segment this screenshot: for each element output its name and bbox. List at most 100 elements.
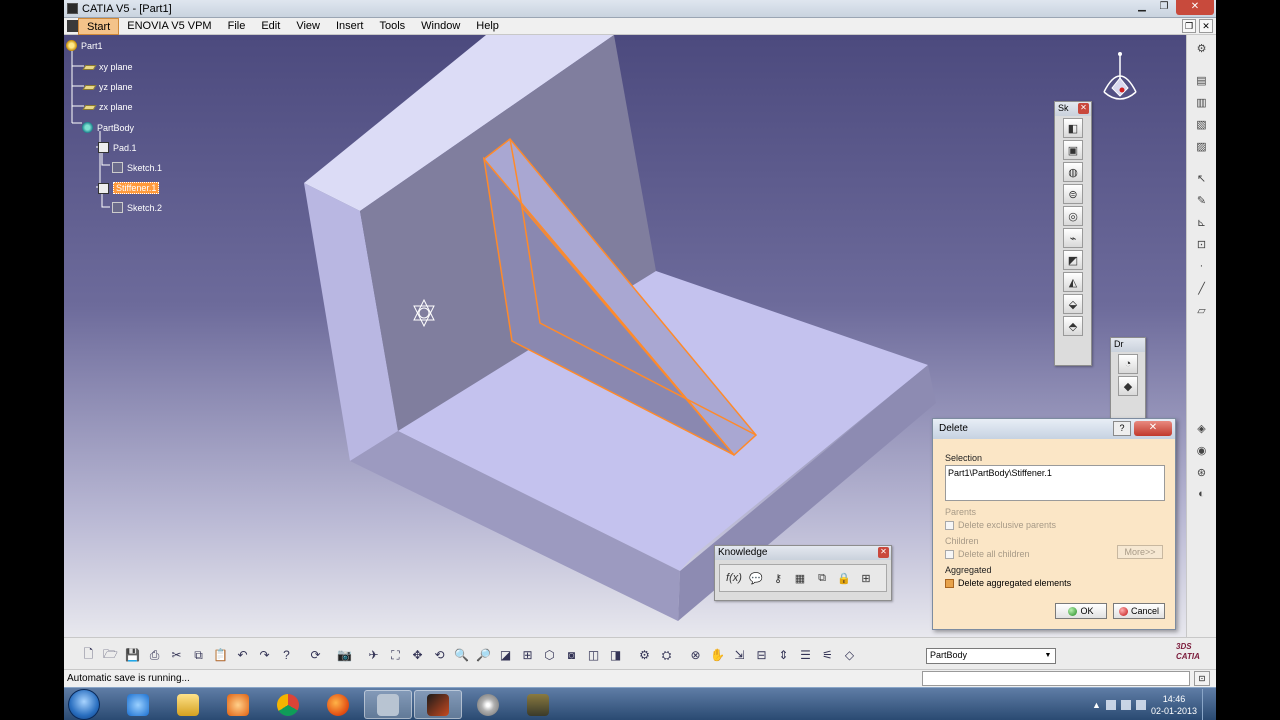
chevron-down-icon[interactable]: ▼ — [1042, 650, 1054, 662]
show-hidden-icons[interactable]: ▲ — [1092, 700, 1101, 710]
catalog-icon[interactable]: ⊛ — [1192, 463, 1212, 481]
multi-view-icon[interactable]: ⊞ — [517, 646, 538, 664]
tree-node-stiffener[interactable]: Stiffener.1 — [98, 182, 160, 194]
table-icon[interactable]: ▦ — [790, 568, 810, 588]
print-icon[interactable]: ⎙ — [144, 646, 165, 664]
lock-icon[interactable]: 🔒 — [834, 568, 854, 588]
chamfer-icon[interactable]: ◆ — [1118, 376, 1138, 396]
power-input-button[interactable]: ⊡ — [1194, 671, 1210, 686]
zoom-in-icon[interactable]: 🔍 — [451, 646, 472, 664]
taskbar-catia[interactable] — [364, 690, 412, 719]
hide-show-icon[interactable]: ◫ — [583, 646, 604, 664]
measure-inertia-icon[interactable]: ▧ — [1192, 115, 1212, 133]
bars-icon[interactable]: ☰ — [795, 646, 816, 664]
tree-node-yz-plane[interactable]: yz plane — [82, 82, 133, 92]
doc-restore-icon[interactable]: ❐ — [1182, 19, 1196, 33]
part-design-icon[interactable]: ⚙ — [634, 646, 655, 664]
copy-icon[interactable]: ⧉ — [188, 646, 209, 664]
structure-icon[interactable]: ⧉ — [812, 568, 832, 588]
clock[interactable]: 14:46 02-01-2013 — [1151, 693, 1197, 717]
dimension-icon[interactable]: ⇲ — [729, 646, 750, 664]
volume-icon[interactable] — [1135, 699, 1146, 710]
taskbar-chrome[interactable] — [264, 690, 312, 719]
show-desktop-button[interactable] — [1202, 689, 1212, 720]
flag-icon[interactable] — [1105, 699, 1116, 710]
rib-icon[interactable]: ⌁ — [1063, 228, 1083, 248]
remove-loft-icon[interactable]: ⬘ — [1063, 316, 1083, 336]
rotate-icon[interactable]: ⟲ — [429, 646, 450, 664]
comment-icon[interactable]: 💬 — [746, 568, 766, 588]
capture-icon[interactable]: 📷 — [334, 646, 355, 664]
taskbar-media-player[interactable] — [214, 690, 262, 719]
material-icon[interactable]: ⛭ — [656, 646, 677, 664]
doc-close-icon[interactable]: ✕ — [1199, 19, 1213, 33]
update-icon[interactable]: ⟳ — [305, 646, 326, 664]
pocket-icon[interactable]: ▣ — [1063, 140, 1083, 160]
hole-icon[interactable]: ◎ — [1063, 206, 1083, 226]
tree-node-part1[interactable]: Part1 — [66, 40, 103, 51]
scale-icon[interactable]: ⇕ — [773, 646, 794, 664]
taskbar-tool[interactable] — [514, 690, 562, 719]
fit-all-icon[interactable]: ⛶ — [385, 646, 406, 664]
power-input-field[interactable] — [922, 671, 1190, 686]
pan-icon[interactable]: ✥ — [407, 646, 428, 664]
checkbox-box-checked[interactable] — [945, 578, 954, 588]
toolbar-title[interactable]: Knowledge ✕ — [715, 546, 891, 560]
stiffener-icon[interactable]: ◭ — [1063, 272, 1083, 292]
current-body-select[interactable]: PartBody ▼ — [926, 648, 1056, 664]
taskbar-disc[interactable] — [464, 690, 512, 719]
tree-node-xy-plane[interactable]: xy plane — [82, 62, 133, 72]
filter-icon[interactable]: ⚟ — [817, 646, 838, 664]
iso-view-icon[interactable]: ⬡ — [539, 646, 560, 664]
menu-window[interactable]: Window — [413, 18, 468, 35]
fly-mode-icon[interactable]: ✈ — [363, 646, 384, 664]
paste-icon[interactable]: 📋 — [210, 646, 231, 664]
restore-icon[interactable]: ❐ — [1154, 0, 1174, 15]
close-icon[interactable]: ✕ — [878, 547, 889, 558]
normal-view-icon[interactable]: ◪ — [495, 646, 516, 664]
swap-space-icon[interactable]: ◨ — [605, 646, 626, 664]
save-icon[interactable]: 💾 — [122, 646, 143, 664]
close-icon[interactable]: ✕ — [1078, 103, 1089, 114]
dialog-title-bar[interactable]: Delete ? ✕ — [933, 419, 1175, 439]
help-icon[interactable]: ? — [1113, 421, 1131, 436]
taskbar-explorer[interactable] — [164, 690, 212, 719]
ok-button[interactable]: OK — [1055, 603, 1107, 619]
tree-node-partbody[interactable]: PartBody — [82, 122, 134, 133]
compass-icon[interactable] — [1094, 48, 1144, 118]
cut-icon[interactable]: ✂ — [166, 646, 187, 664]
tree-node-sketch1[interactable]: Sketch.1 — [112, 162, 162, 173]
axis-system-icon[interactable]: ⊾ — [1192, 213, 1212, 231]
menu-tools[interactable]: Tools — [371, 18, 413, 35]
menu-file[interactable]: File — [220, 18, 254, 35]
groove-icon[interactable]: ⊜ — [1063, 184, 1083, 204]
loft-icon[interactable]: ⬙ — [1063, 294, 1083, 314]
shaft-icon[interactable]: ◍ — [1063, 162, 1083, 182]
threat-icon[interactable]: ⊗ — [685, 646, 706, 664]
tree-node-zx-plane[interactable]: zx plane — [82, 102, 133, 112]
taskbar-app[interactable] — [414, 690, 462, 719]
constraint-icon[interactable]: ⊟ — [751, 646, 772, 664]
minimize-icon[interactable]: ▁ — [1132, 0, 1152, 15]
menu-insert[interactable]: Insert — [328, 18, 372, 35]
sketch-icon[interactable]: ✎ — [1192, 191, 1212, 209]
new-icon[interactable]: 🗋 — [78, 646, 99, 664]
menu-enovia[interactable]: ENOVIA V5 VPM — [119, 18, 219, 35]
menu-edit[interactable]: Edit — [253, 18, 288, 35]
tree-node-sketch2[interactable]: Sketch.2 — [112, 202, 162, 213]
delete-exclusive-parents-checkbox[interactable]: Delete exclusive parents — [945, 520, 1163, 530]
close-icon[interactable]: ✕ — [1134, 421, 1172, 436]
pad-icon[interactable]: ◧ — [1063, 118, 1083, 138]
fillet-icon[interactable]: ◔ — [1118, 354, 1138, 374]
menu-help[interactable]: Help — [468, 18, 507, 35]
tree-node-pad[interactable]: Pad.1 — [98, 142, 137, 153]
checkbox-box[interactable] — [945, 549, 954, 559]
plane-icon[interactable]: ▱ — [1192, 301, 1212, 319]
apply-material-icon[interactable]: ◉ — [1192, 441, 1212, 459]
taskbar-internet-explorer[interactable] — [114, 690, 162, 719]
hand-icon[interactable]: ✋ — [707, 646, 728, 664]
open-icon[interactable]: 🗁 — [100, 646, 121, 664]
render-icon[interactable]: ◐ — [1192, 485, 1212, 503]
measure-icon[interactable]: ▤ — [1192, 71, 1212, 89]
menu-start[interactable]: Start — [78, 18, 120, 35]
